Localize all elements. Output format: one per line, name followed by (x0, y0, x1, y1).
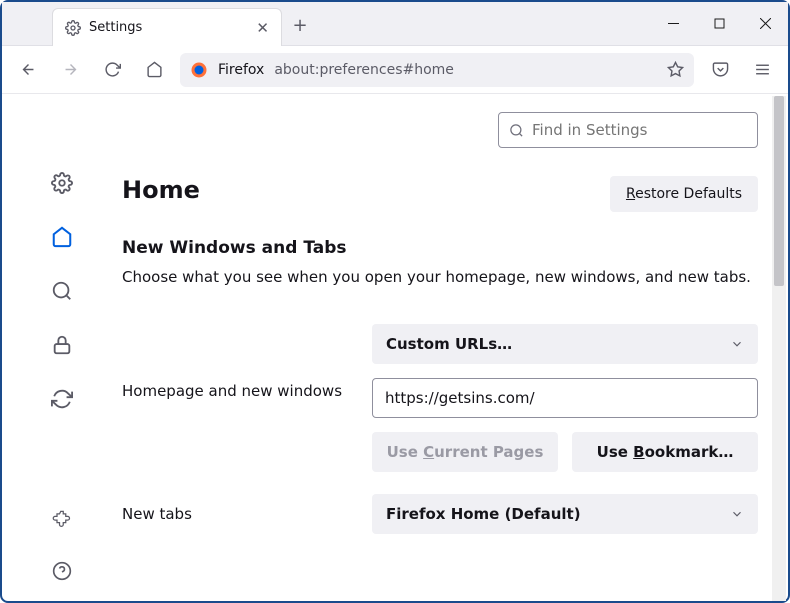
close-icon[interactable]: ✕ (256, 19, 269, 37)
newtabs-mode-value: Firefox Home (Default) (386, 505, 581, 523)
url-identity-label: Firefox (218, 62, 264, 78)
category-sidebar (2, 94, 122, 601)
maximize-button[interactable] (696, 2, 742, 45)
reload-button[interactable] (96, 54, 128, 86)
use-current-pages-button: Use Current Pages (372, 432, 558, 472)
new-tab-button[interactable]: + (282, 6, 318, 45)
settings-search[interactable] (498, 112, 758, 148)
firefox-logo-icon (190, 61, 208, 79)
homepage-mode-value: Custom URLs… (386, 335, 512, 353)
tab-title: Settings (89, 20, 142, 35)
homepage-url-input[interactable] (372, 378, 758, 418)
section-description: Choose what you see when you open your h… (122, 268, 758, 286)
gear-icon (65, 20, 81, 36)
window-controls (650, 2, 788, 45)
use-bookmark-button[interactable]: Use Bookmark… (572, 432, 758, 472)
section-heading: New Windows and Tabs (122, 238, 758, 258)
browser-toolbar: Firefox about:preferences#home (2, 46, 788, 94)
sidebar-extensions-icon[interactable] (48, 503, 76, 531)
sidebar-home-icon[interactable] (48, 223, 76, 251)
restore-defaults-button[interactable]: Restore Defaults (610, 176, 758, 212)
settings-search-input[interactable] (532, 121, 747, 139)
newtabs-mode-select[interactable]: Firefox Home (Default) (372, 494, 758, 534)
minimize-button[interactable] (650, 2, 696, 45)
sidebar-privacy-icon[interactable] (48, 331, 76, 359)
url-bar[interactable]: Firefox about:preferences#home (180, 53, 694, 87)
back-button[interactable] (12, 54, 44, 86)
url-text: about:preferences#home (274, 62, 454, 78)
sidebar-general-icon[interactable] (48, 169, 76, 197)
app-menu-button[interactable] (746, 54, 778, 86)
sidebar-search-icon[interactable] (48, 277, 76, 305)
homepage-mode-select[interactable]: Custom URLs… (372, 324, 758, 364)
newtabs-row: New tabs Firefox Home (Default) (122, 494, 758, 534)
sidebar-sync-icon[interactable] (48, 385, 76, 413)
bookmark-star-icon[interactable] (667, 61, 684, 78)
chevron-down-icon (730, 507, 744, 521)
close-window-button[interactable] (742, 2, 788, 45)
homepage-row: Homepage and new windows Custom URLs… Us… (122, 324, 758, 472)
preferences-main: Home Restore Defaults New Windows and Ta… (122, 94, 788, 601)
sidebar-help-icon[interactable] (48, 557, 76, 585)
search-icon (509, 123, 524, 138)
window-titlebar: Settings ✕ + (2, 2, 788, 46)
chevron-down-icon (730, 337, 744, 351)
page-title: Home (122, 176, 200, 204)
preferences-content: Home Restore Defaults New Windows and Ta… (2, 94, 788, 601)
pocket-button[interactable] (704, 54, 736, 86)
browser-tab[interactable]: Settings ✕ (52, 8, 282, 46)
newtabs-label: New tabs (122, 505, 352, 523)
homepage-label: Homepage and new windows (122, 324, 352, 400)
home-button[interactable] (138, 54, 170, 86)
forward-button (54, 54, 86, 86)
